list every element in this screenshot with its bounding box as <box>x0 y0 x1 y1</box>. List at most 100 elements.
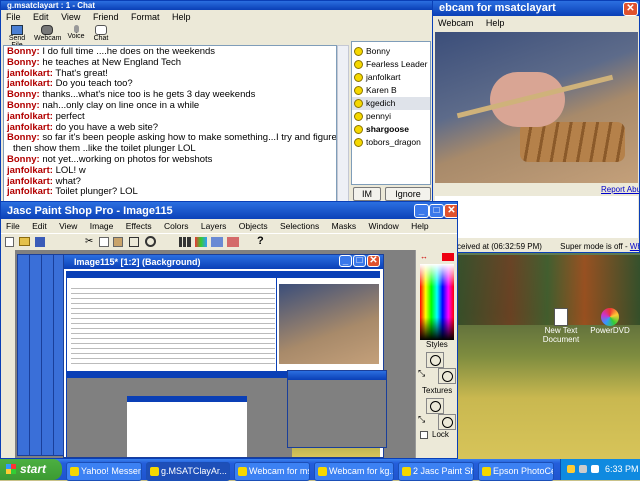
taskbar-button-yahoo-messenger[interactable]: Yahoo! Messen... <box>66 462 142 481</box>
desktop-icon-text-document[interactable]: New Text Document <box>542 308 580 344</box>
taskbar-button-chat[interactable]: g.MSATClayAr... <box>146 462 230 481</box>
user-list-item[interactable]: janfolkart <box>352 71 430 84</box>
foreground-style-button[interactable] <box>426 352 444 368</box>
whats-this-link[interactable]: What's this? <box>630 242 639 251</box>
psp-title-bar[interactable]: Jasc Paint Shop Pro - Image115 <box>1 202 457 220</box>
menu-selections[interactable]: Selections <box>280 221 319 231</box>
no-texture-icon <box>429 401 441 412</box>
taskbar-button-paint-shop[interactable]: 2 Jasc Paint Shop... <box>398 462 474 481</box>
webcam-title-bar[interactable]: ebcam for msatclayart <box>433 1 639 16</box>
color-picker-spectrum[interactable] <box>420 264 454 340</box>
chat-button[interactable]: Chat <box>90 25 112 42</box>
background-style-button[interactable] <box>438 368 456 384</box>
menu-view[interactable]: View <box>59 221 77 231</box>
help-icon[interactable]: ? <box>257 235 264 247</box>
menu-layers[interactable]: Layers <box>201 221 227 231</box>
menu-view[interactable]: View <box>61 12 80 22</box>
tray-messenger-icon[interactable] <box>567 465 575 473</box>
webcam-button[interactable]: Webcam <box>34 25 62 42</box>
color-palette-panel: ↔ Styles ⤡ Textures ⤡ Lock <box>415 250 457 458</box>
psp-tool-strip <box>1 250 15 458</box>
image-window-title-bar[interactable]: Image115* [1:2] (Background) <box>64 255 383 269</box>
foreground-texture-button[interactable] <box>426 398 444 414</box>
paste-icon[interactable] <box>113 237 123 247</box>
tray-network-icon[interactable] <box>579 465 587 473</box>
user-list-item[interactable]: Bonny <box>352 45 430 58</box>
user-list-item[interactable]: tobors_dragon <box>352 136 430 149</box>
background-texture-button[interactable] <box>438 414 456 430</box>
menu-edit[interactable]: Edit <box>33 12 49 22</box>
histogram-icon[interactable] <box>179 237 191 247</box>
swap-colors-icon[interactable]: ↔ <box>420 252 428 261</box>
secondary-image-window[interactable] <box>287 370 387 448</box>
swap-styles-icon[interactable]: ⤡ <box>418 368 425 379</box>
psp-close-button[interactable]: ✕ <box>444 204 457 218</box>
menu-help[interactable]: Help <box>172 12 191 22</box>
taskbar-button-epson[interactable]: Epson PhotoCe... <box>478 462 554 481</box>
taskbar: start Yahoo! Messen... g.MSATClayAr... W… <box>0 459 640 481</box>
foreground-swatch[interactable] <box>442 253 454 261</box>
save-icon[interactable] <box>35 237 45 247</box>
copy-icon[interactable] <box>99 237 109 247</box>
image-maximize-button[interactable]: □ <box>353 255 366 267</box>
ignore-user-button[interactable]: Ignore User <box>385 187 431 204</box>
windows-logo-icon <box>6 464 16 474</box>
menu-colors[interactable]: Colors <box>164 221 189 231</box>
user-list: Bonny Fearless Leader janfolkart Karen B… <box>351 41 431 185</box>
swap-textures-icon[interactable]: ⤡ <box>418 414 425 425</box>
menu-help[interactable]: Help <box>411 221 428 231</box>
lock-checkbox[interactable] <box>420 431 428 439</box>
voice-button[interactable]: Voice <box>65 25 87 40</box>
psp-minimize-button[interactable]: _ <box>414 204 429 218</box>
user-list-item[interactable]: Fearless Leader <box>352 58 430 71</box>
lock-label: Lock <box>432 430 449 439</box>
send-file-icon <box>11 25 23 35</box>
user-list-item[interactable]: pennyi <box>352 110 430 123</box>
browse-icon[interactable] <box>145 236 156 247</box>
menu-file[interactable]: File <box>6 12 21 22</box>
open-folder-icon[interactable] <box>19 237 30 246</box>
webcam-video-feed <box>435 32 638 183</box>
report-abuse-link[interactable]: Report Abuse <box>601 185 639 194</box>
user-list-item[interactable]: shargoose <box>352 123 430 136</box>
menu-file[interactable]: File <box>6 221 20 231</box>
menu-objects[interactable]: Objects <box>239 221 268 231</box>
cut-icon[interactable]: ✂ <box>85 236 93 247</box>
smiley-icon <box>354 86 363 95</box>
menu-window[interactable]: Window <box>369 221 399 231</box>
layers-icon[interactable] <box>211 237 223 247</box>
start-button[interactable]: start <box>0 459 62 480</box>
no-style-icon <box>441 371 453 382</box>
user-list-item[interactable]: kgedich <box>352 97 430 110</box>
menu-format[interactable]: Format <box>131 12 160 22</box>
taskbar-button-webcam-kg[interactable]: Webcam for kg... <box>314 462 394 481</box>
menu-image[interactable]: Image <box>90 221 114 231</box>
clock[interactable]: 6:33 PM <box>605 459 639 480</box>
image-minimize-button[interactable]: _ <box>339 255 352 267</box>
chat-transcript[interactable]: Bonny: I do full time ....he does on the… <box>3 45 337 203</box>
desktop-icon-powerdvd[interactable]: PowerDVD <box>590 308 630 335</box>
menu-edit[interactable]: Edit <box>32 221 47 231</box>
color-palette-icon[interactable] <box>195 237 207 247</box>
voice-label: Voice <box>67 33 85 40</box>
user-list-item[interactable]: Karen B <box>352 84 430 97</box>
menu-masks[interactable]: Masks <box>332 221 357 231</box>
psp-maximize-button[interactable]: □ <box>429 204 444 218</box>
tray-volume-icon[interactable] <box>591 465 599 473</box>
chat-title-bar[interactable]: g.msatclayart : 1 - Chat <box>1 1 432 10</box>
image-close-button[interactable]: ✕ <box>367 255 380 267</box>
new-file-icon[interactable] <box>5 237 14 247</box>
chat-label: Chat <box>93 35 109 42</box>
menu-effects[interactable]: Effects <box>126 221 152 231</box>
fullscreen-icon[interactable] <box>129 237 139 247</box>
psp-toolbar: ✂ ? <box>1 233 457 250</box>
taskbar-button-webcam-ms[interactable]: Webcam for ms... <box>234 462 310 481</box>
menu-help[interactable]: Help <box>486 18 505 28</box>
menu-webcam[interactable]: Webcam <box>438 18 473 28</box>
im-button[interactable]: IM <box>353 187 381 201</box>
overview-icon[interactable] <box>227 237 239 247</box>
menu-friend[interactable]: Friend <box>93 12 119 22</box>
chat-scrollbar[interactable] <box>337 45 349 203</box>
webcam-close-button[interactable]: ✕ <box>623 2 638 16</box>
epson-icon <box>482 467 491 476</box>
